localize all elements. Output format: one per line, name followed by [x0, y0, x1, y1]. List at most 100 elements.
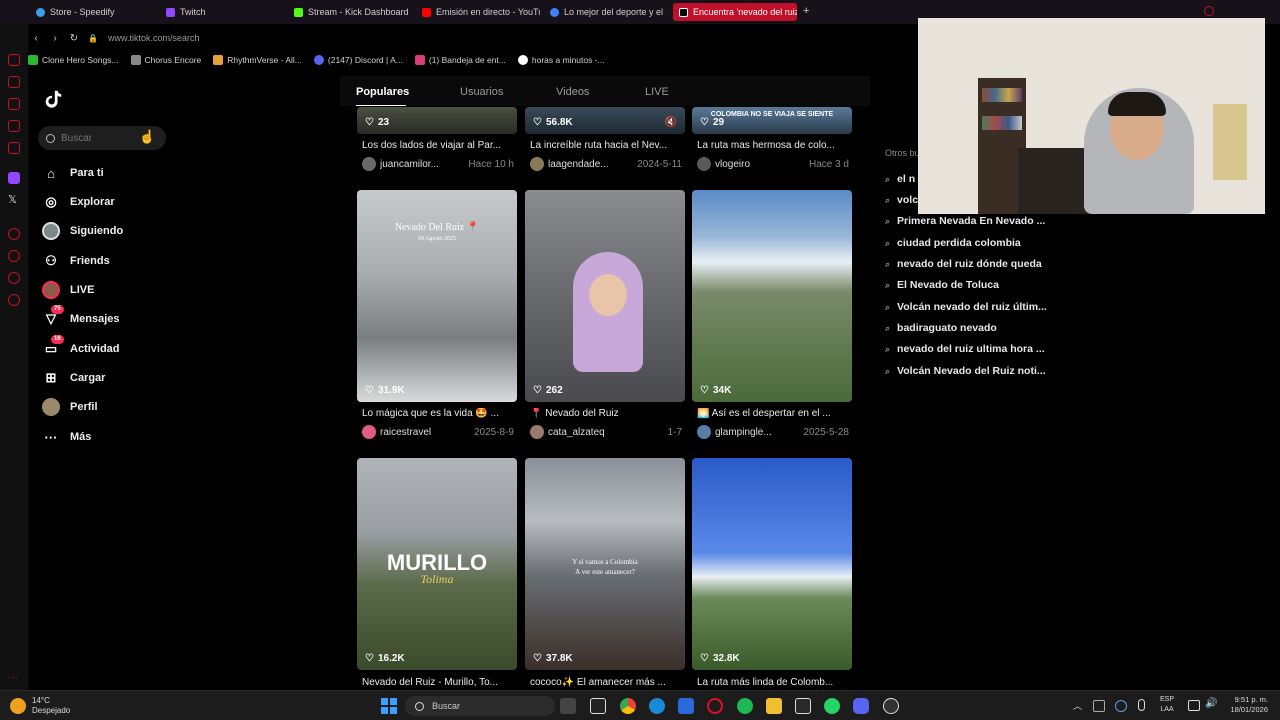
video-author-row[interactable]: glampingle... 2025-5-28: [697, 425, 849, 439]
video-caption[interactable]: La ruta más linda de Colomb...: [697, 677, 857, 688]
url-field[interactable]: www.tiktok.com/search: [108, 33, 200, 43]
chevron-up-icon[interactable]: ︿: [1073, 699, 1082, 712]
mute-icon[interactable]: 🔇: [665, 117, 677, 128]
tiktok-logo-icon[interactable]: [42, 88, 64, 110]
microphone-icon[interactable]: [1138, 699, 1145, 711]
video-caption[interactable]: La increíble ruta hacia el Nev...: [530, 140, 690, 151]
volume-icon[interactable]: 🔊: [1205, 698, 1217, 709]
back-icon[interactable]: ‹: [28, 30, 44, 46]
network-icon[interactable]: [1188, 700, 1200, 711]
video-thumbnail[interactable]: ♡ 262: [525, 190, 685, 402]
browser-tab[interactable]: Emisión en directo - YouTu: [422, 3, 540, 21]
file-explorer-icon[interactable]: [560, 698, 576, 714]
sidebar-app-icon[interactable]: [8, 142, 20, 154]
video-thumbnail[interactable]: Nevado Del Ruiz 📍 09 Agosto 2025 ♡ 31.9K: [357, 190, 517, 402]
video-thumbnail[interactable]: ♡ 56.8K 🔇: [525, 107, 685, 134]
more-icon[interactable]: ···: [8, 672, 18, 683]
nav-para-ti[interactable]: ⌂ Para ti: [42, 162, 104, 184]
bookmark-item[interactable]: Chorus Encore: [130, 55, 201, 65]
bookmark-item[interactable]: horas a minutos -...: [517, 55, 605, 65]
suggestion-item[interactable]: ⌕ volc: [885, 192, 918, 208]
taskbar-search[interactable]: Buscar: [405, 696, 555, 716]
video-thumbnail[interactable]: Y si vamos a Colombia A ver este amanece…: [525, 458, 685, 670]
nav-friends[interactable]: ⚇ Friends: [42, 250, 110, 272]
chrome-icon[interactable]: [620, 698, 636, 714]
language-indicator[interactable]: ESP LAA: [1160, 695, 1174, 715]
video-caption[interactable]: Los dos lados de viajar al Par...: [362, 140, 522, 151]
sidebar-app-icon[interactable]: [8, 250, 20, 262]
tray-icon[interactable]: [1115, 700, 1127, 712]
suggestion-item[interactable]: ⌕ badiraguato nevado: [885, 320, 997, 336]
sidebar-app-icon[interactable]: [8, 228, 20, 240]
tab-videos[interactable]: Videos: [556, 86, 589, 98]
forward-icon[interactable]: ›: [47, 30, 63, 46]
epic-games-icon[interactable]: [795, 698, 811, 714]
suggestion-item[interactable]: ⌕ Volcán nevado del ruiz últim...: [885, 299, 1047, 315]
folder-icon[interactable]: [766, 698, 782, 714]
sidebar-app-icon[interactable]: [8, 76, 20, 88]
x-icon[interactable]: 𝕏: [8, 193, 17, 206]
nav-mas[interactable]: ··· Más: [42, 426, 92, 448]
video-caption[interactable]: 📍 Nevado del Ruiz: [530, 408, 690, 419]
twitch-icon[interactable]: [8, 172, 20, 184]
video-caption[interactable]: Lo mágica que es la vida 🤩 ...: [362, 408, 522, 419]
browser-tab-active[interactable]: Encuentra 'nevado del ruiz: [673, 3, 797, 21]
new-tab-button[interactable]: +: [803, 5, 809, 17]
browser-tab[interactable]: Lo mejor del deporte y el e: [550, 3, 666, 21]
sidebar-app-icon[interactable]: [8, 272, 20, 284]
suggestion-item[interactable]: ⌕ nevado del ruiz ultima hora ...: [885, 341, 1045, 357]
video-caption[interactable]: cococo✨ El amanecer más ...: [530, 677, 690, 688]
settings-icon[interactable]: [8, 294, 20, 306]
clock[interactable]: 9:51 p. m. 18/01/2026: [1222, 695, 1268, 715]
suggestion-item[interactable]: ⌕ ciudad perdida colombia: [885, 235, 1021, 251]
video-thumbnail[interactable]: MURILLO Tolima ♡ 16.2K: [357, 458, 517, 670]
video-author-row[interactable]: juancamilor... Hace 10 h: [362, 157, 514, 171]
tab-usuarios[interactable]: Usuarios: [460, 86, 503, 98]
window-search-icon[interactable]: [1204, 6, 1214, 16]
bookmark-item[interactable]: RhythmVerse - All...: [213, 55, 302, 65]
nav-cargar[interactable]: ⊞ Cargar: [42, 367, 106, 389]
suggestion-item[interactable]: ⌕ el n: [885, 171, 915, 187]
nav-perfil[interactable]: Perfil: [42, 396, 98, 418]
spotify-icon[interactable]: [737, 698, 753, 714]
video-author-row[interactable]: vlogeiro Hace 3 d: [697, 157, 849, 171]
search-input[interactable]: [61, 132, 151, 144]
nav-actividad[interactable]: ▭ 16 Actividad: [42, 335, 120, 360]
browser-tab[interactable]: Twitch: [166, 3, 276, 21]
whatsapp-icon[interactable]: [824, 698, 840, 714]
suggestion-item[interactable]: ⌕ Primera Nevada En Nevado ...: [885, 213, 1045, 229]
video-thumbnail[interactable]: ♡ 23: [357, 107, 517, 134]
start-button-icon[interactable]: [381, 698, 397, 714]
suggestion-item[interactable]: ⌕ El Nevado de Toluca: [885, 277, 999, 293]
tab-populares[interactable]: Populares: [356, 86, 409, 98]
video-author-row[interactable]: laagendade... 2024-5-11: [530, 157, 682, 171]
edge-icon[interactable]: [649, 698, 665, 714]
store-icon[interactable]: [678, 698, 694, 714]
nav-live[interactable]: LIVE: [42, 279, 94, 301]
sidebar-app-icon[interactable]: [8, 120, 20, 132]
nav-siguiendo[interactable]: Siguiendo: [42, 220, 123, 242]
bookmark-item[interactable]: (2147) Discord | A...: [313, 55, 403, 65]
suggestion-item[interactable]: ⌕ nevado del ruiz dónde queda: [885, 256, 1042, 272]
discord-icon[interactable]: [853, 698, 869, 714]
obs-icon[interactable]: [883, 698, 899, 714]
tab-live[interactable]: LIVE: [645, 86, 669, 98]
browser-tab[interactable]: Store - Speedify: [36, 3, 156, 21]
opera-icon[interactable]: [707, 698, 723, 714]
video-caption[interactable]: 🌅 Así es el despertar en el ...: [697, 408, 857, 419]
weather-widget[interactable]: 14°C Despejado: [10, 694, 70, 718]
video-author-row[interactable]: raicestravel 2025-8-9: [362, 425, 514, 439]
nav-mensajes[interactable]: ▽ 75 Mensajes: [42, 305, 120, 330]
reload-icon[interactable]: ↻: [66, 30, 82, 46]
capcut-icon[interactable]: [590, 698, 606, 714]
video-caption[interactable]: Nevado del Ruiz - Murillo, To...: [362, 677, 522, 688]
tray-icon[interactable]: [1093, 700, 1105, 712]
sidebar-app-icon[interactable]: [8, 98, 20, 110]
video-thumbnail[interactable]: ♡ 32.8K: [692, 458, 852, 670]
bookmark-item[interactable]: (1) Bandeja de ent...: [414, 55, 506, 65]
video-author-row[interactable]: cata_alzateq 1-7: [530, 425, 682, 439]
video-caption[interactable]: La ruta mas hermosa de colo...: [697, 140, 857, 151]
bookmark-item[interactable]: Clone Hero Songs...: [28, 55, 119, 65]
suggestion-item[interactable]: ⌕ Volcán Nevado del Ruiz noti...: [885, 363, 1046, 379]
video-thumbnail[interactable]: ♡ 34K: [692, 190, 852, 402]
